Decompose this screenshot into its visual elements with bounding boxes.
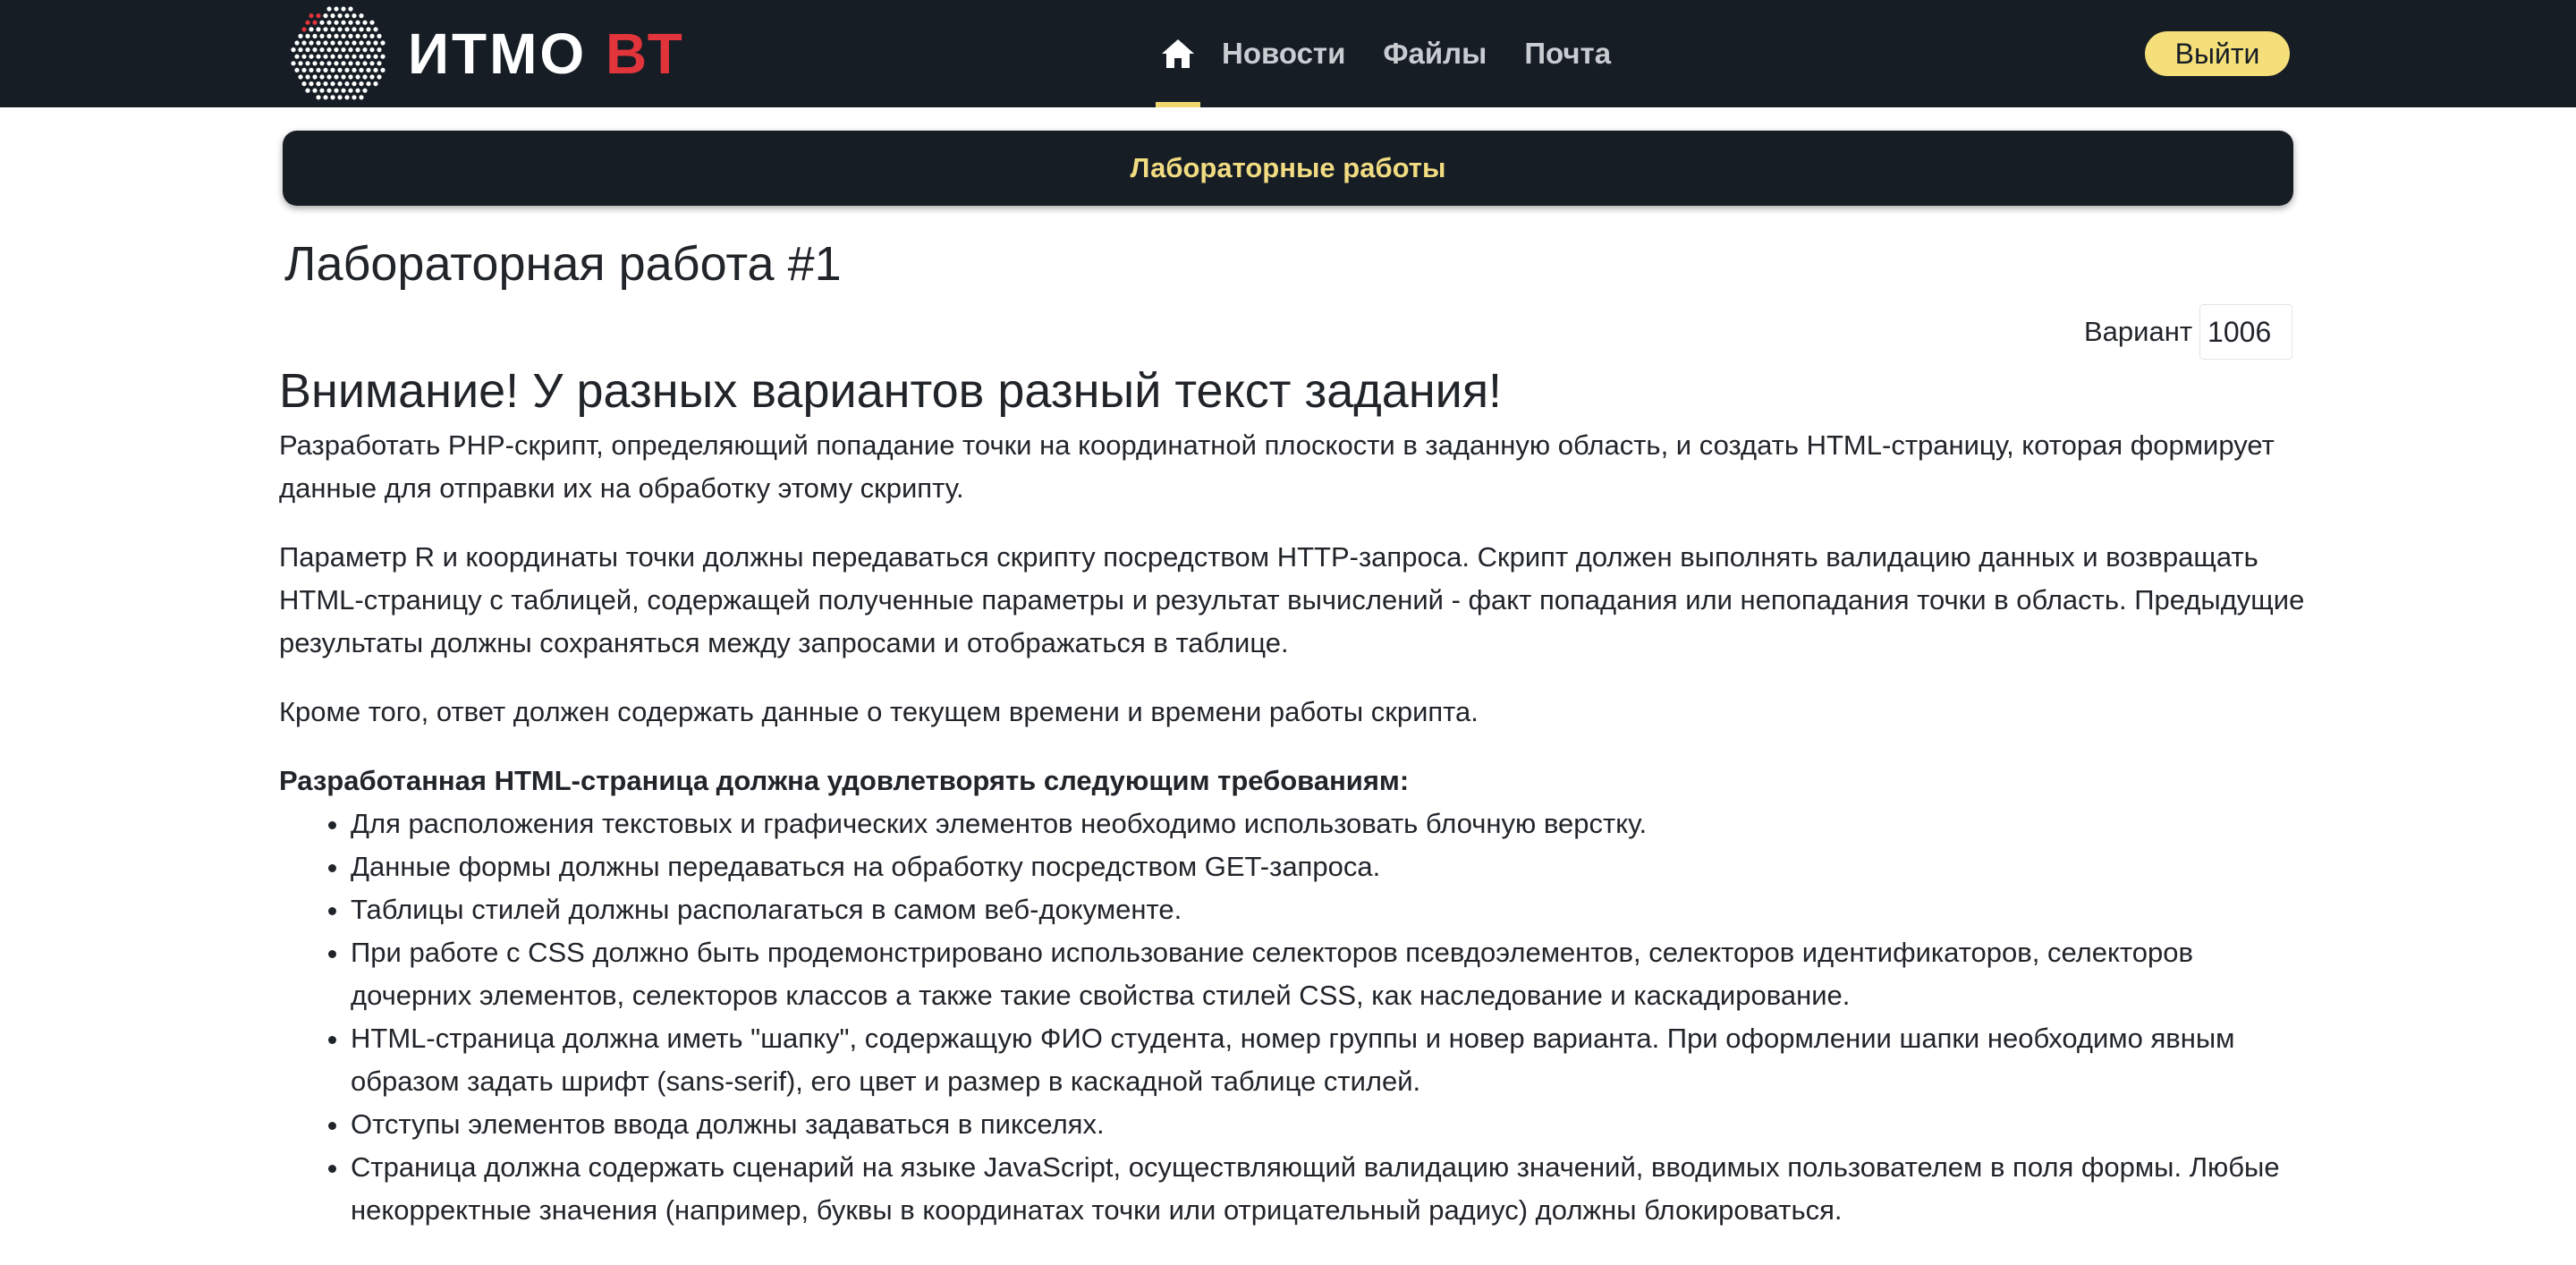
list-item: Таблицы стилей должны располагаться в са… bbox=[351, 888, 2308, 931]
logout-button[interactable]: Выйти bbox=[2145, 31, 2290, 76]
variant-warning: Внимание! У разных вариантов разный текс… bbox=[279, 364, 1503, 418]
assignment-content: Внимание! У разных вариантов разный текс… bbox=[279, 360, 2308, 1232]
variant-label: Вариант bbox=[2084, 316, 2193, 347]
active-nav-indicator bbox=[1156, 102, 1200, 107]
itmo-logo-icon bbox=[291, 6, 386, 100]
variant-selector: Вариант 1006 bbox=[2084, 304, 2293, 360]
list-item: Страница должна содержать сценарий на яз… bbox=[351, 1146, 2308, 1232]
list-item: При работе с CSS должно быть продемонстр… bbox=[351, 931, 2308, 1017]
page-title: Лабораторная работа #1 bbox=[284, 237, 842, 291]
brand-logo-link[interactable]: ИТМО ВТ bbox=[286, 4, 685, 104]
task-paragraph: Параметр R и координаты точки должны пер… bbox=[279, 541, 2305, 658]
requirements-list: Для расположения текстовых и графических… bbox=[279, 802, 2308, 1232]
variant-input[interactable]: 1006 bbox=[2199, 304, 2293, 360]
list-item: Отступы элементов ввода должны задаватьс… bbox=[351, 1103, 2308, 1146]
brand-name: ИТМО ВТ bbox=[408, 21, 685, 87]
brand-name-accent: ВТ bbox=[605, 21, 685, 86]
section-title: Лабораторные работы bbox=[1130, 152, 1446, 183]
nav-home[interactable] bbox=[1156, 0, 1200, 107]
home-icon bbox=[1162, 39, 1194, 68]
task-paragraph: Кроме того, ответ должен содержать данны… bbox=[279, 696, 1479, 727]
nav-link-files[interactable]: Файлы bbox=[1383, 37, 1487, 71]
main-nav: Новости Файлы Почта bbox=[1156, 0, 1648, 107]
requirements-title: Разработанная HTML-страница должна удовл… bbox=[279, 765, 1410, 796]
list-item: Данные формы должны передаваться на обра… bbox=[351, 845, 2308, 888]
section-banner: Лабораторные работы bbox=[283, 131, 2293, 206]
nav-link-news[interactable]: Новости bbox=[1222, 37, 1345, 71]
task-paragraph: Разработать PHP-скрипт, определяющий поп… bbox=[279, 429, 2275, 504]
nav-link-mail[interactable]: Почта bbox=[1524, 37, 1611, 71]
brand-name-main: ИТМО bbox=[408, 21, 588, 86]
list-item: Для расположения текстовых и графических… bbox=[351, 802, 2308, 845]
list-item: HTML-страница должна иметь "шапку", соде… bbox=[351, 1017, 2308, 1103]
top-navbar: ИТМО ВТ Новости Файлы Почта Выйти bbox=[0, 0, 2576, 107]
